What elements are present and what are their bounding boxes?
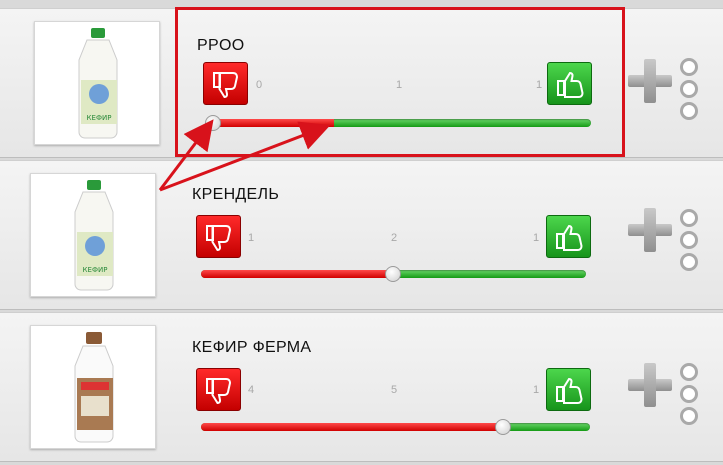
add-icon[interactable] [628,59,672,103]
down-count: 4 [248,384,255,396]
thumbs-down-icon [206,225,232,252]
thumbs-up-button[interactable] [546,215,591,258]
add-icon[interactable] [628,208,672,252]
kefir-bottle-image: КЕФИР [78,28,118,139]
total-count: 2 [391,232,398,244]
up-count: 1 [533,384,540,396]
add-icon[interactable] [628,363,672,407]
annotation-highlight-box [175,7,625,157]
thumbs-up-icon [556,224,583,251]
total-count: 5 [391,384,398,396]
negative-fill [201,270,393,278]
thumbs-down-button[interactable] [196,215,241,258]
thumbs-up-button[interactable] [546,368,591,411]
slider-handle[interactable] [385,266,401,282]
item-title: КРЕНДЕЛЬ [192,186,280,203]
svg-text:КЕФИР: КЕФИР [87,114,112,122]
thumbs-up-icon [556,377,583,404]
thumbs-down-icon [206,378,232,405]
negative-fill [201,423,504,431]
more-options-icon[interactable] [680,58,698,124]
up-count: 1 [533,232,540,244]
kefir-ferma-bottle-image [74,332,114,443]
more-options-icon[interactable] [680,209,698,275]
product-image[interactable]: КЕФИР [34,21,160,145]
product-image[interactable]: КЕФИР [30,173,156,297]
thumbs-down-button[interactable] [196,368,241,411]
product-image[interactable] [30,325,156,449]
list-item: КЕФИР КРЕНДЕЛЬ 1 2 1 [0,160,723,310]
more-options-icon[interactable] [680,363,698,429]
item-title: КЕФИР ФЕРМА [192,339,312,356]
down-count: 1 [248,232,255,244]
list-item: КЕФИР ФЕРМА 4 5 1 [0,312,723,462]
rating-slider[interactable] [201,423,590,431]
svg-text:КЕФИР: КЕФИР [83,266,108,274]
slider-handle[interactable] [495,419,511,435]
kefir-bottle-image: КЕФИР [74,180,114,291]
